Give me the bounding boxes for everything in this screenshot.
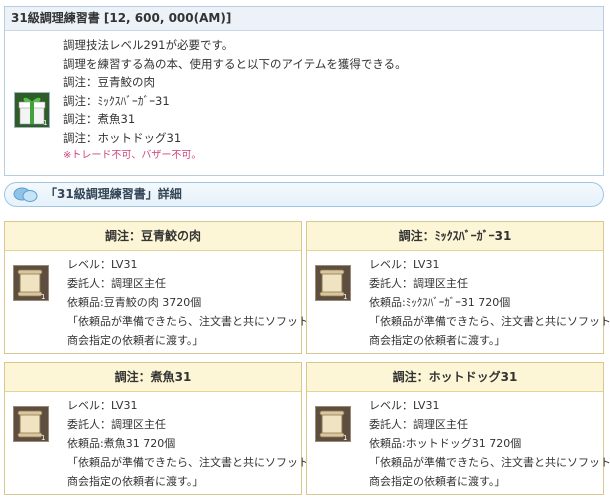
quest-card-details: レベル：LV31 委託人：調理区主任 依頼品:豆青鮫の肉 3720個 「依頼品が… (67, 255, 309, 350)
quest-description: 商会指定の依頼者に渡す。」 (67, 475, 204, 488)
item-count: 1 (343, 434, 347, 441)
quest-card-details: レベル：LV31 委託人：調理区主任 依頼品:ﾐｯｸｽﾊﾞｰｶﾞｰ31 720個… (369, 255, 610, 350)
quest-card: 調注：ホットドッグ31 1 レベル：LV31 委託人：調理区主任 依頼品:ホット… (306, 362, 610, 495)
item-title: 31級調理練習書 [12, 600, 000(AM)] (5, 7, 603, 31)
quest-card-details: レベル：LV31 委託人：調理区主任 依頼品:ホットドッグ31 720個 「依頼… (369, 396, 610, 491)
quest-description: 「依頼品が準備できたら、注文書と共にソフット (369, 315, 610, 328)
quest-card-title: 調注：豆青鮫の肉 (5, 222, 301, 251)
quest-level: レベル：LV31 (369, 399, 440, 412)
quest-client: 委託人：調理区主任 (369, 418, 468, 431)
scroll-icon: 1 (13, 406, 49, 442)
quest-description: 「依頼品が準備できたら、注文書と共にソフット (369, 456, 610, 469)
item-count: 1 (41, 434, 45, 441)
quest-description: 「依頼品が準備できたら、注文書と共にソフット (67, 315, 309, 328)
quest-client: 委託人：調理区主任 (369, 277, 468, 290)
item-count: 1 (343, 293, 347, 300)
quest-card-title: 調注：煮魚31 (5, 363, 301, 392)
quest-description: 商会指定の依頼者に渡す。」 (67, 334, 204, 347)
trade-restriction-note: ※トレード不可、バザー不可。 (63, 150, 202, 161)
item-count: 1 (43, 119, 47, 127)
quest-level: レベル：LV31 (67, 399, 138, 412)
quest-description: 商会指定の依頼者に渡す。」 (369, 334, 506, 347)
scroll-icon: 1 (315, 406, 351, 442)
speech-bubbles-icon (11, 185, 41, 205)
item-line: 調注：ﾐｯｸｽﾊﾞｰｶﾞｰ31 (63, 93, 170, 108)
quest-level: レベル：LV31 (67, 258, 138, 271)
item-line: 調理を練習する為の本、使用すると以下のアイテムを獲得できる。 (63, 56, 407, 71)
scroll-icon: 1 (13, 265, 49, 301)
item-line: 調注：煮魚31 (63, 112, 136, 126)
quest-card-details: レベル：LV31 委託人：調理区主任 依頼品:煮魚31 720個 「依頼品が準備… (67, 396, 309, 491)
scroll-icon: 1 (315, 265, 351, 301)
item-line: 調注：ホットドッグ31 (63, 130, 182, 145)
quest-client: 委託人：調理区主任 (67, 418, 166, 431)
item-info-box: 31級調理練習書 [12, 600, 000(AM)] 1 調理技法レベル291… (4, 6, 604, 176)
section-title: 「31級調理練習書」詳細 (45, 187, 182, 201)
quest-request: 依頼品:豆青鮫の肉 3720個 (67, 296, 202, 309)
quest-level: レベル：LV31 (369, 258, 440, 271)
details-section-header: 「31級調理練習書」詳細 (4, 182, 604, 207)
item-line: 調注：豆青鮫の肉 (63, 75, 155, 89)
quest-request: 依頼品:ホットドッグ31 720個 (369, 437, 522, 450)
quest-client: 委託人：調理区主任 (67, 277, 166, 290)
item-description: 調理技法レベル291が必要です。 調理を練習する為の本、使用すると以下のアイテム… (63, 36, 407, 166)
gift-box-icon: 1 (14, 92, 50, 128)
quest-request: 依頼品:煮魚31 720個 (67, 437, 176, 450)
quest-card: 調注：豆青鮫の肉 1 レベル：LV31 委託人：調理区主任 依頼品:豆青鮫の肉 … (4, 221, 309, 354)
quest-request: 依頼品:ﾐｯｸｽﾊﾞｰｶﾞｰ31 720個 (369, 296, 511, 309)
quest-card: 調注：ﾐｯｸｽﾊﾞｰｶﾞｰ31 1 レベル：LV31 委託人：調理区主任 依頼品… (306, 221, 610, 354)
item-count: 1 (41, 293, 45, 300)
quest-card-title: 調注：ホットドッグ31 (307, 363, 603, 392)
quest-card: 調注：煮魚31 1 レベル：LV31 委託人：調理区主任 依頼品:煮魚31 72… (4, 362, 309, 495)
item-line: 調理技法レベル291が必要です。 (63, 38, 234, 52)
quest-card-title: 調注：ﾐｯｸｽﾊﾞｰｶﾞｰ31 (307, 222, 603, 251)
quest-description: 商会指定の依頼者に渡す。」 (369, 475, 506, 488)
quest-description: 「依頼品が準備できたら、注文書と共にソフット (67, 456, 309, 469)
